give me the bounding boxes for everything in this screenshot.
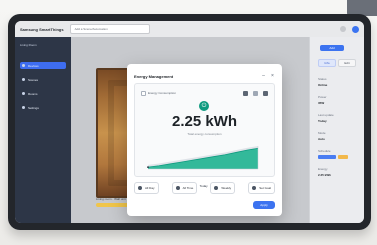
- apply-label: Apply: [260, 203, 268, 207]
- tablet-screen: Samsung SmartThings Add a Scene/Automati…: [15, 21, 364, 223]
- property-row: Status Online: [318, 77, 356, 87]
- tab-label: Info: [324, 61, 330, 65]
- property-key: Last update: [318, 113, 334, 117]
- modal-actions: All Day All Time Weekly Set Goal: [134, 182, 275, 194]
- action-label: Set Goal: [259, 186, 271, 190]
- settings-icon[interactable]: [253, 90, 258, 96]
- sidebar-item-rooms[interactable]: Rooms: [20, 90, 66, 97]
- clock-icon: [138, 186, 142, 190]
- app-top-bar: Samsung SmartThings Add a Scene/Automati…: [15, 21, 364, 37]
- add-button[interactable]: Add: [320, 45, 344, 51]
- action-set-goal[interactable]: Set Goal: [248, 182, 275, 194]
- scenes-icon: [22, 78, 25, 81]
- info-icon[interactable]: [243, 90, 248, 96]
- right-sidebar: Add Info Edit Status Online Power 35W La…: [309, 37, 364, 223]
- energy-management-modal: Energy Management – × Energy Consumption…: [127, 64, 282, 216]
- property-value: 2.25 kWh: [318, 173, 332, 177]
- tab-edit[interactable]: Edit: [338, 59, 356, 67]
- app-title: Samsung SmartThings: [20, 26, 64, 32]
- action-all-day[interactable]: All Day: [134, 182, 159, 194]
- workspace-label: Living Room: [20, 43, 37, 47]
- accent-bar-secondary: [338, 155, 348, 159]
- property-row: Last update Today: [318, 113, 356, 123]
- action-label: Weekly: [221, 186, 232, 190]
- modal-header: Energy Management – ×: [134, 71, 275, 81]
- property-value: Auto: [318, 137, 325, 141]
- property-row: Schedule: [318, 149, 356, 159]
- energy-icon: ⏻: [199, 101, 209, 111]
- right-sidebar-tabs: Info Edit: [318, 59, 356, 67]
- energy-value: 2.25 kWh: [171, 113, 238, 130]
- devices-icon: [22, 64, 25, 67]
- action-label: All Day: [145, 186, 155, 190]
- accent-bar: [318, 155, 336, 159]
- avatar[interactable]: [352, 25, 359, 33]
- action-label: All Time: [182, 186, 194, 190]
- close-icon[interactable]: ×: [270, 73, 275, 79]
- sidebar-item-devices[interactable]: Devices: [20, 62, 66, 69]
- minimize-icon[interactable]: –: [261, 73, 266, 79]
- tab-label: Edit: [344, 61, 350, 65]
- history-icon: [175, 186, 180, 190]
- action-all-time[interactable]: All Time: [171, 182, 198, 194]
- property-row: Power 35W: [318, 95, 356, 105]
- more-icon[interactable]: [263, 90, 268, 96]
- tab-info[interactable]: Info: [318, 59, 336, 67]
- property-key: Power: [318, 95, 327, 99]
- property-row: Mode Auto: [318, 131, 356, 141]
- action-weekly[interactable]: Weekly: [210, 182, 236, 194]
- properties-list: Status Online Power 35W Last update Toda…: [318, 77, 356, 177]
- calendar-icon: [214, 186, 219, 190]
- property-value: Today: [318, 119, 327, 123]
- scene-dropdown[interactable]: Add a Scene/Automation: [69, 24, 150, 34]
- sidebar-item-scenes[interactable]: Scenes: [20, 76, 66, 83]
- sidebar-nav: Devices Scenes Rooms Settings: [20, 62, 66, 111]
- property-key: Energy: [318, 167, 328, 171]
- notification-icon[interactable]: [340, 26, 346, 32]
- property-value: 35W: [318, 101, 325, 105]
- property-key: Status: [318, 77, 327, 81]
- energy-subtitle: Total energy consumption: [187, 132, 222, 136]
- energy-card-header: Energy Consumption: [141, 90, 268, 96]
- target-icon: [252, 186, 257, 190]
- property-row: Energy 2.25 kWh: [318, 167, 356, 177]
- sidebar-item-label: Settings: [28, 105, 39, 110]
- dropdown-label: Add a Scene/Automation: [74, 27, 108, 31]
- energy-checkbox[interactable]: [141, 90, 146, 96]
- property-accent: [318, 155, 356, 159]
- settings-icon: [22, 106, 25, 109]
- chart-point-start: [147, 166, 149, 169]
- property-value: Online: [318, 83, 328, 87]
- property-key: Schedule: [318, 149, 331, 153]
- tablet-device: Samsung SmartThings Add a Scene/Automati…: [8, 14, 371, 230]
- rooms-icon: [22, 92, 25, 95]
- property-key: Mode: [318, 131, 326, 135]
- photo-caption: Living room · Wall unit: [96, 197, 126, 201]
- add-button-label: Add: [329, 46, 335, 50]
- modal-title: Energy Management: [134, 73, 174, 79]
- sidebar-item-label: Scenes: [28, 77, 39, 82]
- sidebar-item-label: Rooms: [28, 91, 38, 96]
- energy-card: Energy Consumption ⏻ 2.25 kWh Total ener…: [134, 83, 275, 189]
- status-tag: [96, 203, 130, 207]
- energy-chart: [147, 146, 259, 170]
- sidebar-item-settings[interactable]: Settings: [20, 104, 66, 111]
- left-sidebar: Living Room Devices Scenes Rooms Setting…: [15, 37, 71, 223]
- energy-card-label: Energy Consumption: [148, 91, 177, 95]
- sidebar-item-label: Devices: [28, 63, 39, 68]
- apply-button[interactable]: Apply: [253, 201, 275, 209]
